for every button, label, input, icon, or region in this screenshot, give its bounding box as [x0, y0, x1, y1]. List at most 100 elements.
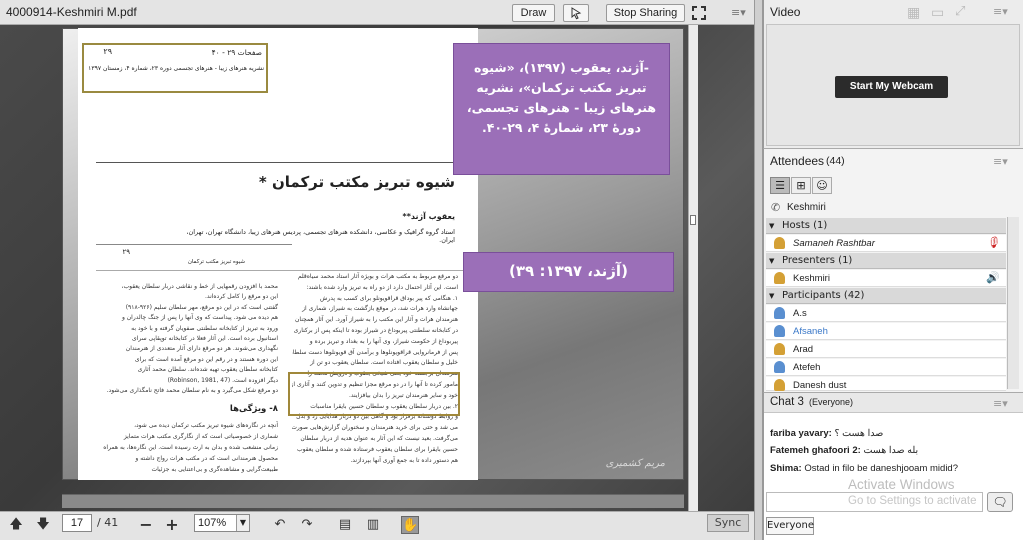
video-title: Video — [770, 5, 801, 19]
participant-avatar-icon — [774, 307, 785, 319]
footnote-rule — [96, 244, 292, 245]
body-text-line: جهانشاه وارد هرات شد، در موقع بازگشت به … — [302, 305, 458, 313]
status-view-icon[interactable]: ☺ — [812, 177, 832, 194]
zoom-in-icon[interactable]: + — [163, 516, 181, 534]
grid-view-icon[interactable]: ▦ — [907, 5, 920, 21]
attendees-scrollbar[interactable] — [1007, 217, 1019, 389]
body-text-line: طبیعت‌گرایی و مشاهده‌گری و بی‌اعتنایی به… — [151, 466, 278, 473]
rotate-left-icon[interactable]: ↶ — [271, 516, 289, 534]
chevron-down-icon[interactable]: ▼ — [236, 515, 249, 531]
article-author: یعقوب آژند** — [402, 212, 455, 221]
presenters-label: Presenters (1) — [782, 255, 853, 266]
filmstrip-icon[interactable]: ▭ — [931, 5, 944, 21]
grid-view-icon[interactable]: ⊞ — [791, 177, 811, 194]
arrow-up-icon[interactable]: 🡅 — [7, 516, 25, 534]
chat-message: fariba yavary: صدا هست ؟ — [770, 428, 883, 439]
rotate-right-icon[interactable]: ↷ — [298, 516, 316, 534]
attendee-count: (44) — [826, 155, 845, 167]
body-text-line: پس از فرمانروایی قراقویونلوها و برآمدن آ… — [292, 348, 458, 356]
participant-row[interactable]: Atefeh — [766, 359, 1006, 376]
participant-row[interactable]: Afsaneh — [766, 323, 1006, 340]
participant-avatar-icon — [774, 325, 785, 337]
journal-citation-box: ۲۹ صفحات ۲۹ - ۴۰ نشریه هنرهای زیبا - هنر… — [82, 43, 268, 93]
body-text-line: این دو مرقع را کامل کرده‌اند. — [205, 293, 278, 301]
running-head: شیوه تبریز مکتب ترکمان — [187, 259, 245, 265]
document-scrollbar[interactable] — [688, 25, 698, 511]
body-text-line: پیربوداغ از حکومت شیراز، وی آنها را به ب… — [309, 337, 458, 345]
chevron-down-icon: ▼ — [769, 222, 775, 230]
body-text-line: دیگر افزوده است. (Robinson, 1981, 47) — [167, 376, 278, 384]
body-text-line: است. این آثار احتمال دارد از دو راه به ت… — [306, 283, 458, 291]
phone-icon: ✆ — [771, 201, 781, 214]
chat-text: صدا هست ؟ — [834, 428, 884, 439]
body-text-line: زمانی منشعب شده و بدان به ارث رسیده است.… — [103, 444, 278, 451]
page-number-input[interactable]: 17 — [62, 514, 92, 532]
chat-recipient-button[interactable]: Everyone — [766, 517, 814, 535]
body-column-left: محمد با افزودن رقمهایی از خط و نقاشی درب… — [100, 282, 278, 397]
presenter-avatar-icon — [774, 272, 785, 284]
chat-sender: Shima: — [770, 463, 802, 474]
body-text-line: هنرمندان هرات و آثار این مکتب را به شیرا… — [294, 316, 458, 324]
hosts-label: Hosts (1) — [782, 220, 828, 231]
draw-button[interactable]: Draw — [512, 4, 555, 22]
page-range: صفحات ۲۹ - ۴۰ — [211, 48, 262, 57]
chat-scope: (Everyone) — [809, 397, 854, 407]
send-message-icon[interactable]: 🗨 — [987, 492, 1013, 512]
fullscreen-icon[interactable]: ⤢ — [955, 4, 965, 19]
chat-sender: Fatemeh ghafoori 2: — [770, 445, 861, 456]
sync-button[interactable]: Sync — [707, 514, 749, 532]
participant-row[interactable]: A.s — [766, 305, 1006, 322]
body-text-line: حسین بایقرا برای سلطان یعقوب فرستاده شده… — [296, 445, 458, 453]
body-text-line: می شد و حتی برای خرید هنرمندان و سخنوران… — [292, 424, 458, 432]
host-row[interactable]: Samaneh Rashtbar 🎙 — [766, 235, 1006, 252]
menu-lines-icon[interactable]: ≡▾ — [731, 6, 746, 19]
zoom-out-icon[interactable]: − — [137, 516, 155, 534]
body-text-line: ورود به تبریز از کتابخانه سلطنتی صفویان … — [131, 324, 278, 332]
pod-divider[interactable] — [754, 0, 763, 540]
presenters-header[interactable]: ▼ Presenters (1) — [766, 253, 1006, 269]
single-page-icon[interactable]: ▤ — [336, 516, 354, 534]
current-user-name: Keshmiri — [787, 202, 826, 213]
body-text-line: ۱. هنگامی که پیر بوداق قراقویونلو برای ک… — [320, 294, 458, 302]
next-page-edge — [62, 494, 684, 508]
fit-page-icon[interactable]: ▥ — [364, 516, 382, 534]
participant-avatar-icon — [774, 343, 785, 355]
activate-windows-hint: Go to Settings to activate — [848, 495, 977, 507]
participants-label: Participants (42) — [782, 290, 865, 301]
short-citation-annotation: (آژند، ۱۳۹۷: ۳۹) — [463, 252, 674, 292]
participant-row[interactable]: Danesh dust — [766, 377, 1006, 391]
participant-name: Atefeh — [793, 362, 821, 373]
participants-header[interactable]: ▼ Participants (42) — [766, 288, 1006, 304]
section-heading: ۸- ویژگی‌ها — [229, 404, 278, 414]
page-number-2: ۲۹ — [122, 248, 130, 256]
body-text-line: دو مرقع شکل می‌گیرد و به نام سلطان محمد … — [106, 387, 278, 395]
chevron-down-icon: ▼ — [769, 292, 775, 300]
article-title: شیوه تبریز مکتب ترکمان * — [258, 173, 455, 191]
arrow-down-icon[interactable]: 🡇 — [34, 516, 52, 534]
fullscreen-icon[interactable] — [691, 5, 707, 21]
chat-menu-icon[interactable]: ≡▾ — [993, 397, 1008, 410]
participant-avatar-icon — [774, 361, 785, 373]
chat-message: Shima: Ostad in filo be daneshjooam midi… — [770, 463, 958, 474]
mic-muted-icon: 🎙 — [986, 237, 1000, 249]
chat-header: Chat 3 (Everyone) ≡▾ — [764, 393, 1023, 413]
body-text-line: هم دستور داده تا به جمع آوری آنها بپرداز… — [350, 456, 458, 464]
body-text-line: می‌گرفت. بعید نیست که این آثار به عنوان … — [300, 434, 458, 442]
start-webcam-button[interactable]: Start My Webcam — [835, 76, 948, 98]
chat-text: بله صدا هست — [863, 445, 919, 456]
hosts-header[interactable]: ▼ Hosts (1) — [766, 218, 1006, 234]
share-header: 4000914-Keshmiri M.pdf Draw Stop Sharing… — [0, 0, 762, 25]
body-text-line: این دوره هستند و در رقم این دو مرقع آمده… — [134, 355, 278, 363]
chat-sender: fariba yavary: — [770, 428, 832, 439]
chat-text: Ostad in filo be daneshjooam midid? — [804, 463, 959, 474]
list-view-icon[interactable]: ☰ — [770, 177, 790, 194]
participant-row[interactable]: Arad — [766, 341, 1006, 358]
attendees-menu-icon[interactable]: ≡▾ — [993, 155, 1008, 168]
presenter-name: Keshmiri — [793, 273, 830, 284]
hand-tool-icon[interactable]: ✋ — [401, 516, 419, 534]
stop-sharing-button[interactable]: Stop Sharing — [606, 4, 685, 22]
scrollbar-thumb[interactable] — [690, 215, 696, 225]
video-menu-icon[interactable]: ≡▾ — [993, 5, 1008, 18]
presenter-row[interactable]: Keshmiri 🔊 — [766, 270, 1006, 287]
pointer-tool-button[interactable] — [563, 4, 589, 22]
